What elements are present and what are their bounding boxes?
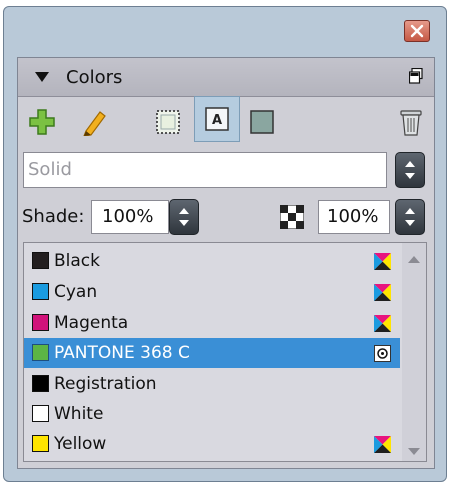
swatch-color (32, 435, 49, 452)
swatch-color (32, 283, 49, 300)
spot-icon (374, 345, 391, 362)
cmyk-icon (374, 436, 391, 453)
close-button[interactable] (404, 20, 430, 42)
swatch-row-registration[interactable]: Registration (24, 369, 400, 399)
swatch-name: PANTONE 368 C (54, 343, 190, 363)
swatch-row-yellow[interactable]: Yellow (24, 429, 400, 459)
shade-label: Shade: (22, 206, 85, 227)
swatch-name: Registration (54, 374, 157, 394)
swatch-row-magenta[interactable]: Magenta (24, 308, 400, 338)
cmyk-icon (374, 284, 391, 301)
cmyk-icon (374, 315, 391, 332)
panel-menu-icon[interactable] (409, 68, 423, 84)
opacity-stepper[interactable] (395, 199, 425, 235)
shade-input[interactable]: 100% (91, 200, 169, 234)
swatch-color (32, 252, 49, 269)
tint-type-stepper[interactable] (395, 152, 425, 188)
fill-icon[interactable] (156, 110, 180, 134)
swatch-color (32, 344, 49, 361)
scroll-down-icon[interactable] (408, 448, 420, 456)
swatch-name: Magenta (54, 313, 129, 333)
panel-title: Colors (66, 67, 123, 88)
scroll-up-icon[interactable] (408, 255, 420, 263)
cmyk-icon (374, 253, 391, 270)
collapse-triangle-icon[interactable] (35, 72, 49, 82)
chevron-updown-icon (405, 161, 415, 179)
swatch-name: Cyan (54, 282, 98, 302)
opacity-input[interactable]: 100% (318, 200, 390, 234)
swatch-name: Yellow (54, 434, 107, 454)
panel-header: Colors (18, 58, 434, 97)
swatch-color (32, 405, 49, 422)
text-toggle[interactable]: A (194, 96, 240, 142)
tint-type-field[interactable]: Solid (23, 152, 387, 188)
chevron-updown-icon (405, 208, 415, 226)
trash-icon[interactable] (399, 108, 423, 136)
stroke-icon[interactable] (250, 110, 274, 134)
swatch-color (32, 375, 49, 392)
swatch-row-black[interactable]: Black (24, 246, 400, 276)
swatch-row-pantone-368c[interactable]: PANTONE 368 C (24, 338, 400, 368)
list-scrollbar[interactable] (402, 243, 426, 461)
colors-panel: Colors A Solid Shade: 100% 100% Black Cy… (17, 57, 435, 469)
swatch-row-cyan[interactable]: Cyan (24, 277, 400, 307)
close-icon (410, 24, 424, 38)
swatch-name: Black (54, 251, 100, 271)
shade-stepper[interactable] (169, 199, 199, 235)
swatch-list[interactable]: Black Cyan Magenta PANTONE 368 C Registr… (23, 242, 427, 462)
text-icon: A (205, 107, 229, 131)
svg-text:A: A (212, 113, 222, 128)
new-swatch-icon[interactable] (28, 108, 56, 136)
edit-pencil-icon[interactable] (80, 108, 108, 136)
chevron-updown-icon (179, 208, 189, 226)
swatch-row-white[interactable]: White (24, 399, 400, 429)
swatch-name: White (54, 404, 104, 424)
opacity-checker-icon (280, 205, 304, 229)
swatch-color (32, 314, 49, 331)
